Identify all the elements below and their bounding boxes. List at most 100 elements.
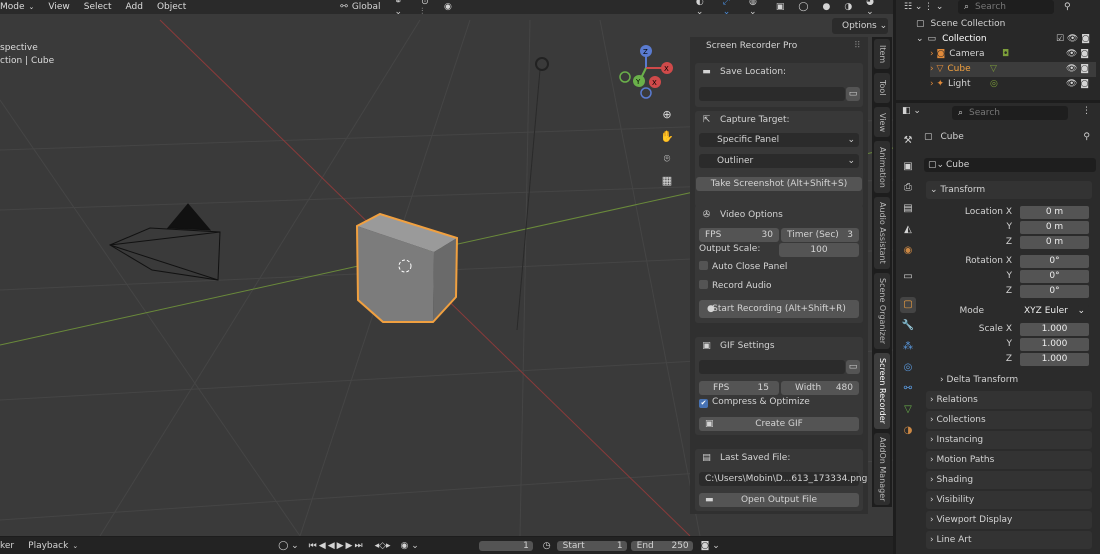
menu-view[interactable]: View: [48, 2, 69, 12]
open-output-button[interactable]: ▬ Open Output File: [699, 493, 859, 507]
rotation-z-field[interactable]: 0°: [1020, 285, 1089, 298]
delta-transform-section[interactable]: › Delta Transform: [940, 375, 1018, 385]
hand-pan-icon[interactable]: ✋: [658, 128, 676, 146]
keyframe-jump-icon[interactable]: ◂◇▸: [375, 541, 391, 551]
outliner-item-camera[interactable]: › ◙ Camera ◘ 👁 ◙: [930, 47, 1096, 62]
view-layer-icon[interactable]: ▤: [900, 201, 916, 217]
modifier-icon[interactable]: 🔧: [900, 318, 916, 334]
rotation-x-field[interactable]: 0°: [1020, 255, 1089, 268]
constraints-icon[interactable]: ⚯: [900, 381, 916, 397]
shading-wire-icon[interactable]: ◯: [798, 2, 808, 12]
menu-mode[interactable]: Mode: [0, 2, 25, 12]
properties-search[interactable]: ⌕ Search: [952, 106, 1068, 120]
outliner-item-light[interactable]: › ✦ Light ◎ 👁 ◙: [930, 77, 1096, 92]
fps-field[interactable]: FPS 30: [699, 228, 779, 242]
end-frame-field[interactable]: End 250: [630, 540, 693, 551]
section-relations[interactable]: › Relations: [926, 391, 1092, 409]
tab-item[interactable]: Item: [874, 39, 890, 69]
visibility-icons[interactable]: 👁 ◙: [1066, 77, 1089, 92]
pin-icon[interactable]: ⚲: [1083, 132, 1090, 142]
options-icon[interactable]: ⋮: [1082, 106, 1091, 116]
grid-ortho-icon[interactable]: ▦: [658, 172, 676, 190]
checkbox-icon[interactable]: ☑ 👁 ◙: [1056, 32, 1090, 47]
camera-record-icon[interactable]: ◙ ⌄: [701, 541, 720, 551]
render-icon[interactable]: ▣: [900, 159, 916, 175]
material-icon[interactable]: ◑: [900, 423, 916, 439]
physics-icon[interactable]: ◎: [900, 360, 916, 376]
pivot-icon[interactable]: ⚭ ⌄: [395, 0, 408, 17]
tab-audio-assistant[interactable]: Audio Assistant: [874, 197, 890, 269]
rotation-mode-dropdown[interactable]: XYZ Euler ⌄: [1020, 305, 1089, 318]
marker-menu[interactable]: ker: [0, 541, 14, 551]
output-scale-field[interactable]: 100: [779, 243, 859, 257]
tab-animation[interactable]: Animation: [874, 141, 890, 193]
timer-field[interactable]: Timer (Sec) 3: [781, 228, 859, 242]
data-icon[interactable]: ▽: [900, 402, 916, 418]
scale-z-field[interactable]: 1.000: [1020, 353, 1089, 366]
transform-section[interactable]: ⌄ Transform: [926, 181, 1092, 199]
shading-solid-icon[interactable]: ●: [822, 2, 830, 12]
tool-icon[interactable]: ⚒: [900, 133, 916, 149]
section-instancing[interactable]: › Instancing: [926, 431, 1092, 449]
gif-width-field[interactable]: Width 480: [781, 381, 859, 395]
output-icon[interactable]: ⎙: [900, 180, 916, 196]
xray-icon[interactable]: ▣: [776, 2, 785, 12]
editor-type-icon[interactable]: ☷ ⌄: [904, 0, 922, 14]
scale-y-field[interactable]: 1.000: [1020, 338, 1089, 351]
capture-mode-dropdown[interactable]: Specific Panel ⌄: [699, 133, 859, 147]
collection-icon[interactable]: ▭: [900, 269, 916, 285]
funnel-icon[interactable]: ⚲: [1064, 0, 1071, 14]
scene-collection-row[interactable]: ▢ Scene Collection: [916, 17, 1005, 32]
start-recording-button[interactable]: ● Start Recording (Alt+Shift+R): [699, 300, 859, 318]
location-z-field[interactable]: 0 m: [1020, 236, 1089, 249]
filter-icon[interactable]: ⋮ ⌄: [924, 0, 943, 14]
overlay-icon[interactable]: ◍ ⌄: [749, 0, 762, 17]
create-gif-button[interactable]: ▣ Create GIF: [699, 417, 859, 431]
menu-add[interactable]: Add: [126, 2, 143, 12]
take-screenshot-button[interactable]: Take Screenshot (Alt+Shift+S): [696, 177, 862, 191]
outliner-search[interactable]: ⌕ Search: [958, 0, 1054, 14]
gif-fps-field[interactable]: FPS 15: [699, 381, 779, 395]
tab-scene-organizer[interactable]: Scene Organizer: [874, 273, 890, 349]
camera-view-icon[interactable]: ⌾: [658, 150, 676, 168]
visibility-icon[interactable]: ◐ ⌄: [696, 0, 709, 17]
section-line-art[interactable]: › Line Art: [926, 531, 1092, 549]
capture-panel-dropdown[interactable]: Outliner ⌄: [699, 154, 859, 168]
tab-addon-manager[interactable]: AddOn Manager: [874, 433, 890, 505]
browse-folder-icon[interactable]: ▭: [846, 360, 860, 374]
menu-object[interactable]: Object: [157, 2, 186, 12]
section-shading[interactable]: › Shading: [926, 471, 1092, 489]
location-y-field[interactable]: 0 m: [1020, 221, 1089, 234]
tab-screen-recorder[interactable]: Screen Recorder: [874, 353, 890, 429]
tab-view[interactable]: View: [874, 107, 890, 137]
browse-folder-icon[interactable]: ▭: [846, 87, 860, 101]
rotation-y-field[interactable]: 0°: [1020, 270, 1089, 283]
compress-checkbox[interactable]: ✔ Compress & Optimize: [699, 397, 810, 408]
particles-icon[interactable]: ⁂: [900, 339, 916, 355]
playback-menu[interactable]: Playback: [28, 541, 68, 551]
tab-tool[interactable]: Tool: [874, 73, 890, 103]
drag-handle-icon[interactable]: ⠿: [854, 41, 861, 51]
record-audio-checkbox[interactable]: Record Audio: [699, 280, 772, 291]
snap-icon[interactable]: ⊙ ⫶: [421, 0, 430, 17]
start-frame-field[interactable]: Start 1: [556, 540, 627, 551]
auto-close-checkbox[interactable]: Auto Close Panel: [699, 261, 787, 272]
section-collections[interactable]: › Collections: [926, 411, 1092, 429]
menu-select[interactable]: Select: [84, 2, 112, 12]
section-viewport-display[interactable]: › Viewport Display: [926, 511, 1092, 529]
zoom-icon[interactable]: ⊕: [658, 106, 676, 124]
save-location-input[interactable]: [699, 87, 845, 101]
visibility-icons[interactable]: 👁 ◙: [1066, 62, 1089, 77]
world-icon[interactable]: ◉: [900, 243, 916, 259]
proportional-icon[interactable]: ◉: [444, 2, 452, 12]
shading-material-icon[interactable]: ◑: [844, 2, 852, 12]
scene-icon[interactable]: ◭: [900, 222, 916, 238]
options-dropdown[interactable]: Options ⌄: [832, 18, 888, 34]
auto-key-icon[interactable]: ◉ ⌄: [401, 541, 419, 551]
orientation-dropdown[interactable]: Global: [352, 2, 381, 12]
section-motion-paths[interactable]: › Motion Paths: [926, 451, 1092, 469]
current-frame-field[interactable]: 1: [478, 540, 533, 551]
collection-row[interactable]: ⌄ ▭ Collection ☑ 👁 ◙: [916, 32, 1096, 47]
shading-rendered-icon[interactable]: ◕ ⌄: [866, 0, 879, 17]
playback-controls[interactable]: ⏮◀◀▶▶⏭: [309, 541, 365, 551]
